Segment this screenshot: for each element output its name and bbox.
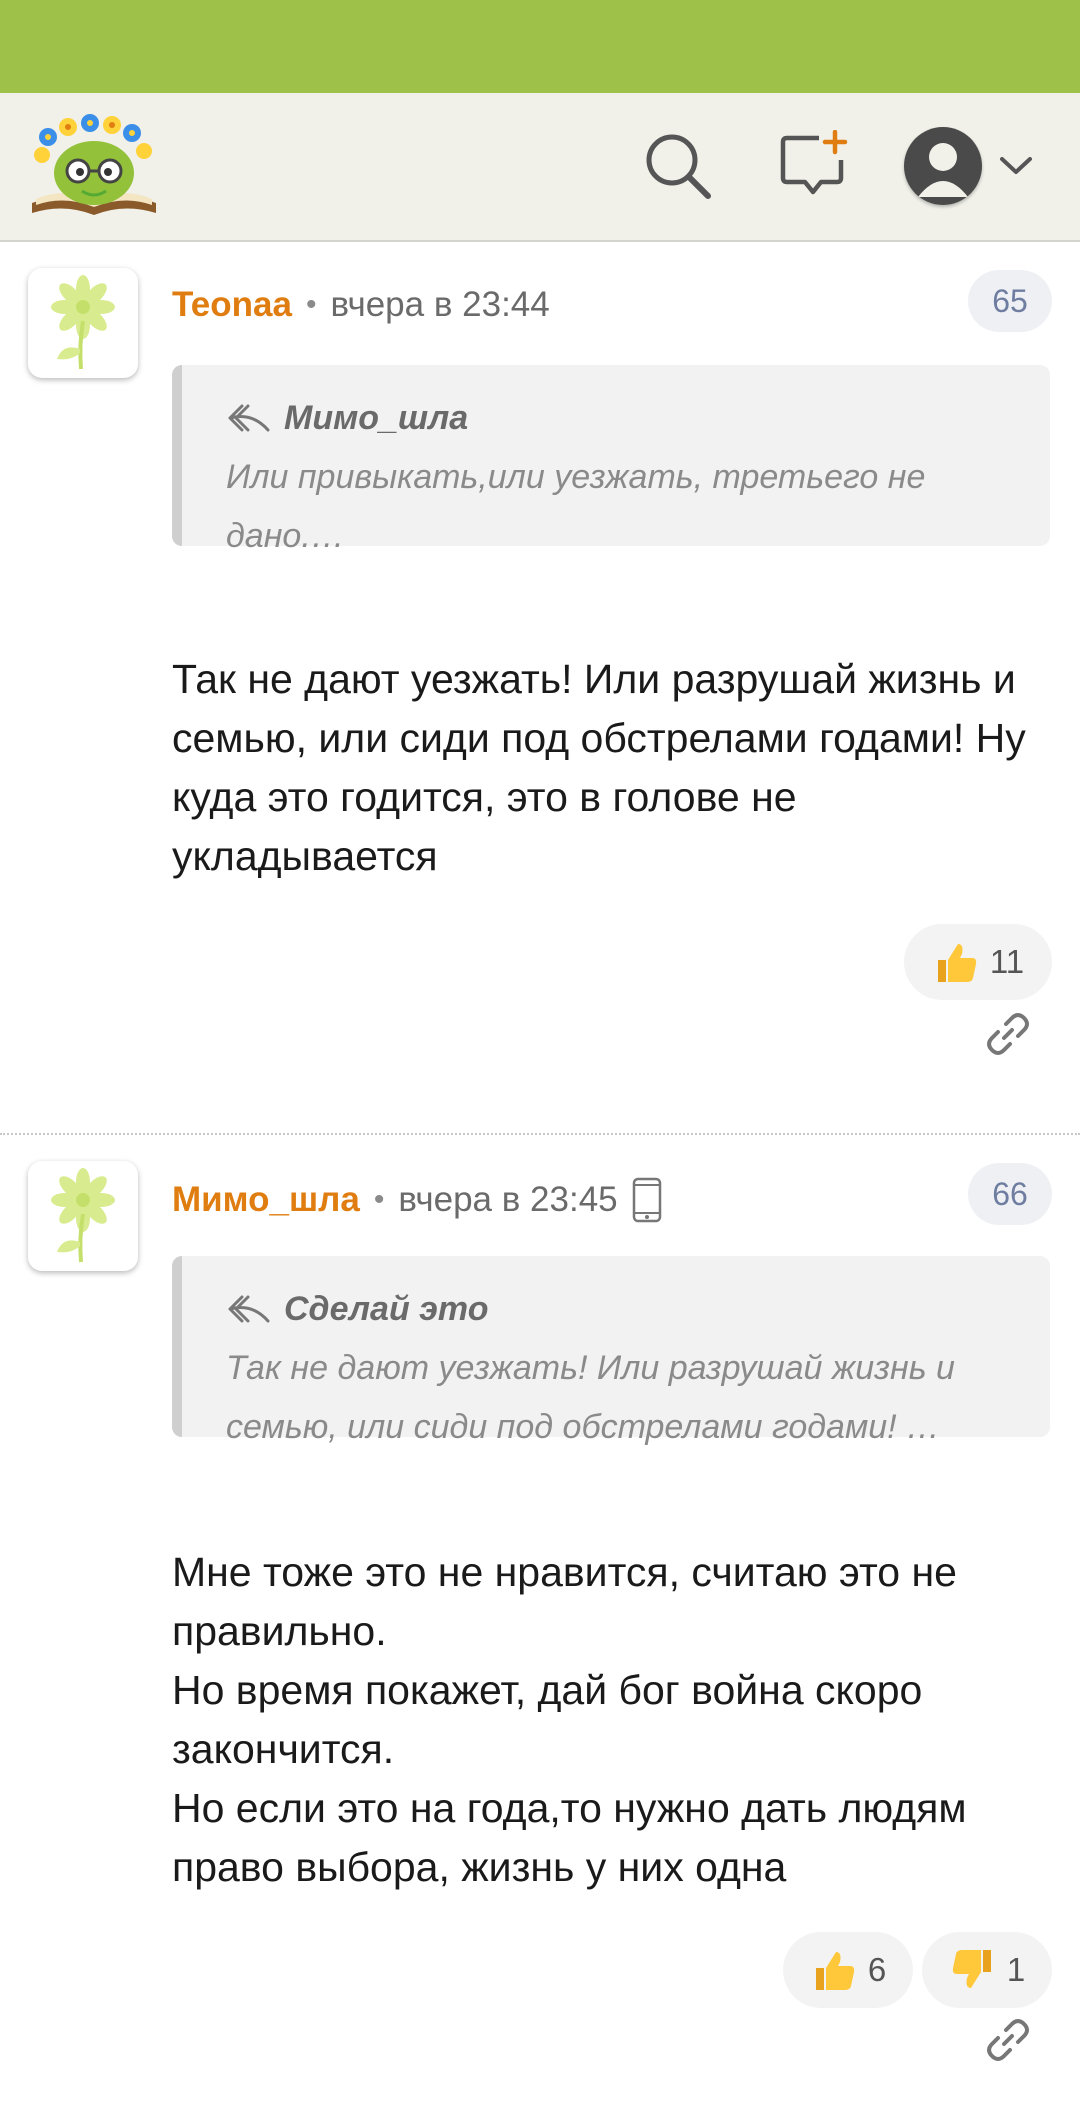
comment: Мимо_шла • вчера в 23:45 66 Сделай это Т… xyxy=(0,1135,1080,2126)
account-menu[interactable] xyxy=(895,123,1045,209)
comment-body: Так не дают уезжать! Или разрушай жизнь … xyxy=(172,656,1026,879)
comment: Teonaa • вчера в 23:44 65 Мимо_шла Или п… xyxy=(0,240,1080,1135)
separator-dot: • xyxy=(305,288,317,321)
comment-time: вчера в 23:44 xyxy=(330,285,550,324)
quote-block[interactable]: Сделай это Так не дают уезжать! Или разр… xyxy=(172,1256,1050,1446)
comment-number[interactable]: 66 xyxy=(968,1163,1052,1225)
comment-number[interactable]: 65 xyxy=(968,270,1052,332)
smiley-book-logo-icon[interactable] xyxy=(28,111,160,223)
avatar[interactable] xyxy=(28,1161,138,1271)
reply-arrow-icon xyxy=(228,1295,270,1322)
comment-time: вчера в 23:45 xyxy=(398,1180,618,1219)
quote-text: Или привыкать,или уезжать, третьего не д… xyxy=(226,458,926,555)
chevron-down-icon xyxy=(1000,157,1032,174)
comment-author[interactable]: Teonaa xyxy=(172,285,292,325)
dislike-count: 1 xyxy=(1006,1951,1026,1988)
like-count: 11 xyxy=(989,943,1025,980)
comment-author[interactable]: Мимо_шла xyxy=(172,1180,360,1220)
avatar[interactable] xyxy=(28,268,138,378)
quote-author: Мимо_шла xyxy=(284,399,469,437)
thumbs-up-icon xyxy=(815,1952,854,1990)
quote-text: Так не дают уезжать! Или разрушай жизнь … xyxy=(226,1349,955,1446)
like-button[interactable]: 11 xyxy=(904,924,1052,1000)
search-icon[interactable] xyxy=(635,123,721,209)
like-count: 6 xyxy=(867,1951,887,1988)
thumbs-down-icon xyxy=(952,1950,991,1988)
user-avatar-icon xyxy=(904,127,982,205)
comment-body: Мне тоже это не нравится, считаю это не … xyxy=(172,1549,967,1890)
quote-block[interactable]: Мимо_шла Или привыкать,или уезжать, трет… xyxy=(172,365,1050,555)
thumbs-up-icon xyxy=(937,944,977,982)
flower-avatar-icon xyxy=(51,275,115,370)
top-bar xyxy=(0,93,1080,242)
flower-avatar-icon xyxy=(51,1168,115,1263)
link-icon[interactable] xyxy=(978,1004,1038,1064)
separator-dot: • xyxy=(373,1183,385,1216)
new-message-icon[interactable] xyxy=(770,123,856,209)
dislike-button[interactable]: 1 xyxy=(922,1932,1052,2008)
status-bar xyxy=(0,0,1080,93)
reply-arrow-icon xyxy=(228,404,270,431)
like-button[interactable]: 6 xyxy=(783,1932,913,2008)
quote-author: Сделай это xyxy=(284,1290,489,1328)
link-icon[interactable] xyxy=(978,2010,1038,2070)
mobile-phone-icon xyxy=(632,1177,661,1223)
